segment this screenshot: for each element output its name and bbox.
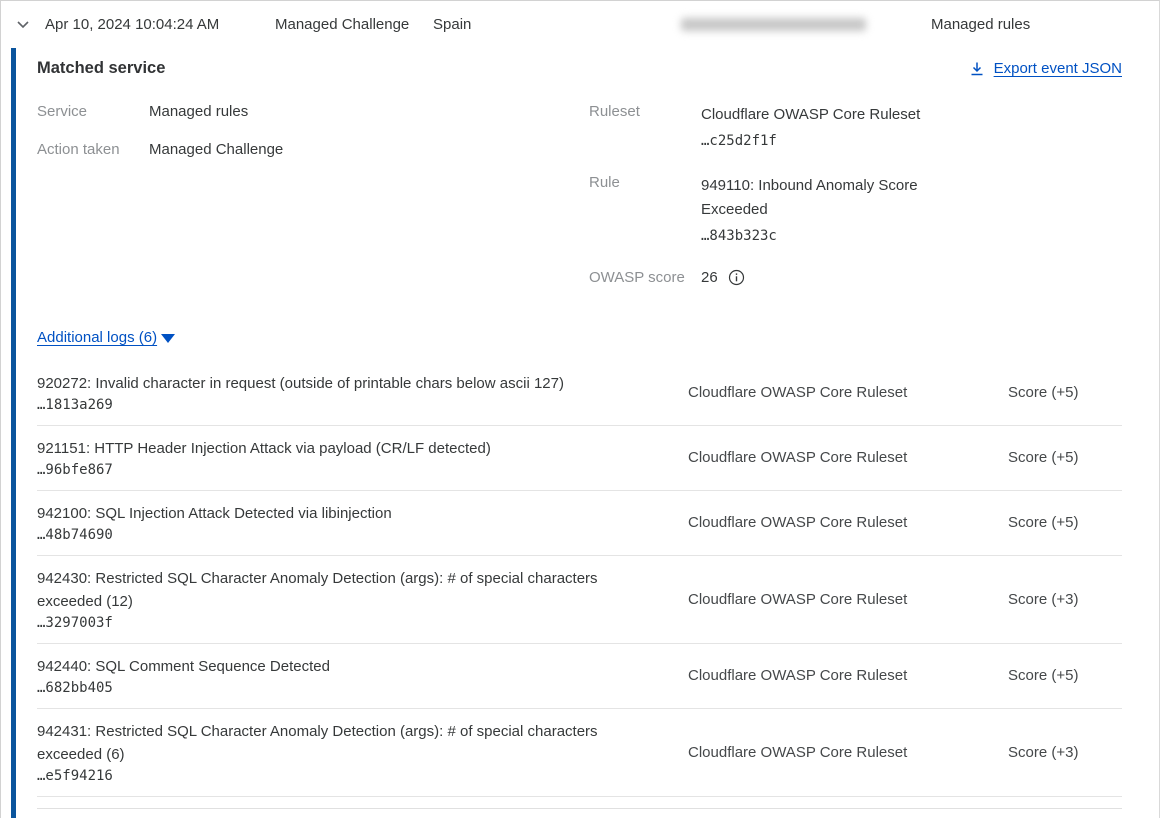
log-row: 921151: HTTP Header Injection Attack via… — [37, 426, 1122, 491]
owasp-score-label: OWASP score — [589, 269, 701, 286]
log-score: Score (+3) — [1008, 744, 1118, 761]
panel-bottom-divider — [37, 797, 1122, 809]
collapse-row-button[interactable] — [15, 16, 45, 32]
event-timestamp: Apr 10, 2024 10:04:24 AM — [45, 16, 275, 33]
log-row: 942431: Restricted SQL Character Anomaly… — [37, 709, 1122, 797]
log-rule-id-hash: …e5f94216 — [37, 768, 632, 784]
service-field: Service Managed rules — [37, 103, 589, 120]
log-row: 942440: SQL Comment Sequence Detected …6… — [37, 644, 1122, 709]
event-action: Managed Challenge — [275, 16, 433, 33]
log-ruleset-name: Cloudflare OWASP Core Ruleset — [688, 591, 1008, 608]
action-taken-value: Managed Challenge — [149, 141, 283, 158]
export-event-json-label: Export event JSON — [994, 60, 1122, 77]
event-row-header: Apr 10, 2024 10:04:24 AM Managed Challen… — [1, 1, 1159, 48]
ruleset-field: Ruleset Cloudflare OWASP Core Ruleset …c… — [589, 103, 1122, 153]
additional-logs-label: Additional logs (6) — [37, 329, 157, 346]
owasp-score-field: OWASP score 26 — [589, 269, 1122, 286]
event-service: Managed rules — [931, 16, 1030, 33]
matched-service-title: Matched service — [37, 59, 165, 78]
log-rule-id-hash: …96bfe867 — [37, 462, 632, 478]
log-row: 920272: Invalid character in request (ou… — [37, 361, 1122, 426]
log-rule-id-hash: …1813a269 — [37, 397, 632, 413]
log-rule-id-hash: …3297003f — [37, 615, 632, 631]
triangle-down-icon — [161, 334, 175, 343]
rule-field: Rule 949110: Inbound Anomaly Score Excee… — [589, 174, 1122, 248]
log-rule-description: 942440: SQL Comment Sequence Detected — [37, 655, 632, 678]
log-score: Score (+3) — [1008, 591, 1118, 608]
info-icon — [728, 269, 745, 286]
chevron-down-icon — [15, 16, 31, 32]
owasp-score-value: 26 — [701, 269, 718, 286]
event-country: Spain — [433, 16, 681, 33]
action-taken-label: Action taken — [37, 141, 149, 158]
service-value: Managed rules — [149, 103, 248, 120]
log-rule-description: 920272: Invalid character in request (ou… — [37, 372, 632, 395]
log-row: 942100: SQL Injection Attack Detected vi… — [37, 491, 1122, 556]
log-ruleset-name: Cloudflare OWASP Core Ruleset — [688, 514, 1008, 531]
expanded-event-panel: Matched service Export event JSON — [1, 48, 1159, 818]
log-score: Score (+5) — [1008, 384, 1118, 401]
ruleset-id-hash: …c25d2f1f — [701, 129, 946, 153]
additional-logs-table: 920272: Invalid character in request (ou… — [37, 361, 1122, 797]
owasp-score-info-button[interactable] — [728, 269, 745, 286]
rule-value: 949110: Inbound Anomaly Score Exceeded — [701, 174, 946, 222]
ruleset-label: Ruleset — [589, 103, 701, 153]
log-ruleset-name: Cloudflare OWASP Core Ruleset — [688, 384, 1008, 401]
log-ruleset-name: Cloudflare OWASP Core Ruleset — [688, 667, 1008, 684]
redacted-text-blur — [681, 18, 866, 31]
additional-logs-toggle[interactable]: Additional logs (6) — [37, 329, 157, 346]
log-ruleset-name: Cloudflare OWASP Core Ruleset — [688, 449, 1008, 466]
log-row: 942430: Restricted SQL Character Anomaly… — [37, 556, 1122, 644]
firewall-event-detail: Apr 10, 2024 10:04:24 AM Managed Challen… — [0, 0, 1160, 818]
event-host-redacted — [681, 18, 871, 31]
log-rule-id-hash: …48b74690 — [37, 527, 632, 543]
log-score: Score (+5) — [1008, 514, 1118, 531]
log-score: Score (+5) — [1008, 449, 1118, 466]
log-ruleset-name: Cloudflare OWASP Core Ruleset — [688, 744, 1008, 761]
log-rule-description: 942100: SQL Injection Attack Detected vi… — [37, 502, 632, 525]
log-rule-description: 942431: Restricted SQL Character Anomaly… — [37, 720, 632, 766]
selected-row-accent-bar — [11, 48, 16, 818]
service-label: Service — [37, 103, 149, 120]
download-icon — [969, 60, 985, 77]
log-rule-description: 942430: Restricted SQL Character Anomaly… — [37, 567, 632, 613]
export-event-json-link[interactable]: Export event JSON — [969, 60, 1122, 77]
action-taken-field: Action taken Managed Challenge — [37, 141, 589, 158]
ruleset-value: Cloudflare OWASP Core Ruleset — [701, 103, 946, 127]
log-rule-id-hash: …682bb405 — [37, 680, 632, 696]
log-score: Score (+5) — [1008, 667, 1118, 684]
rule-label: Rule — [589, 174, 701, 248]
log-rule-description: 921151: HTTP Header Injection Attack via… — [37, 437, 632, 460]
rule-id-hash: …843b323c — [701, 224, 946, 248]
